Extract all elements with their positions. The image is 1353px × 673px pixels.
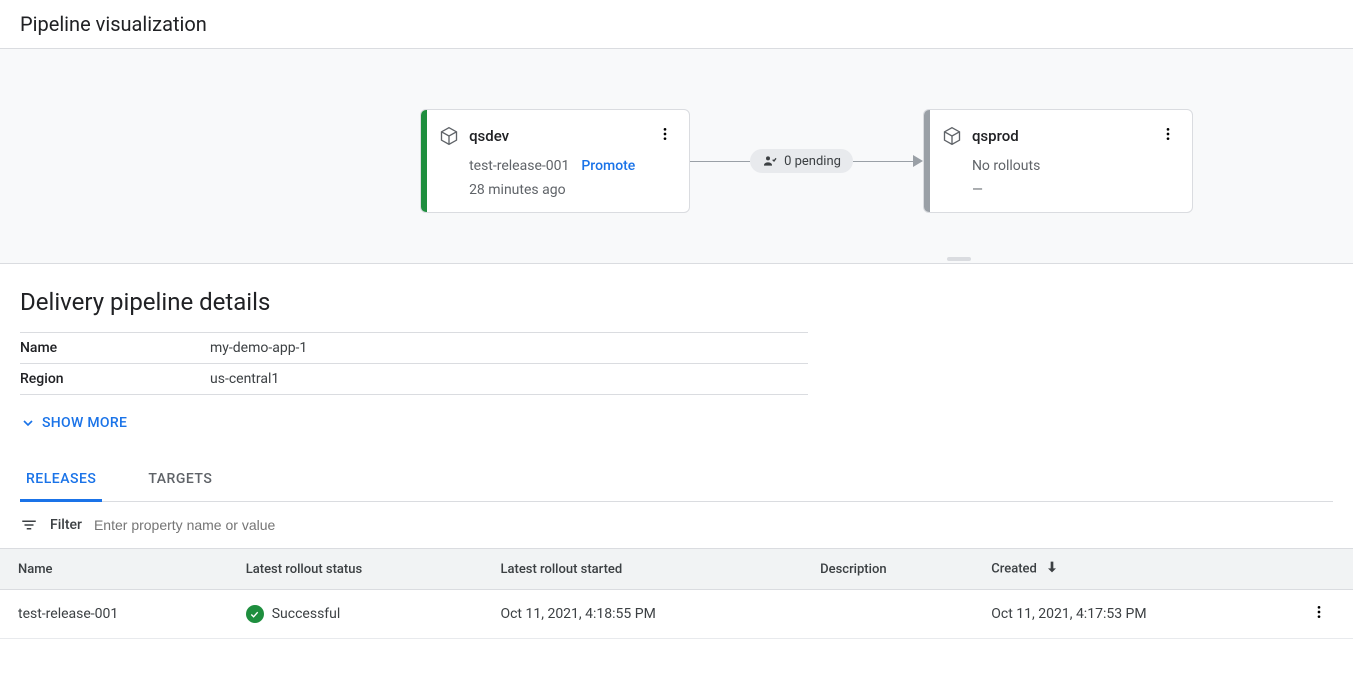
stage-time: 28 minutes ago bbox=[469, 182, 566, 198]
stage-more-button[interactable] bbox=[1158, 124, 1178, 148]
stage-head: qsprod bbox=[942, 124, 1178, 148]
col-started[interactable]: Latest rollout started bbox=[482, 549, 802, 590]
pending-chip[interactable]: 0 pending bbox=[750, 149, 853, 173]
cell-name: test-release-001 bbox=[0, 590, 228, 639]
tabs: RELEASES TARGETS bbox=[20, 459, 1333, 502]
cell-actions bbox=[1293, 590, 1353, 639]
stage-card-qsdev[interactable]: qsdev test-release-001 Promote 28 minute… bbox=[420, 109, 690, 213]
details-key: Name bbox=[20, 333, 210, 364]
arrow-right-icon bbox=[913, 155, 923, 167]
tab-targets[interactable]: TARGETS bbox=[142, 459, 218, 502]
stage-release-name: test-release-001 bbox=[469, 158, 569, 174]
stage-card-qsprod[interactable]: qsprod No rollouts — bbox=[923, 109, 1193, 213]
details-val: my-demo-app-1 bbox=[210, 333, 808, 364]
chevron-down-icon bbox=[20, 415, 36, 431]
col-created[interactable]: Created bbox=[973, 549, 1293, 590]
stage-release-line: test-release-001 Promote bbox=[439, 158, 675, 174]
stage-time-line: 28 minutes ago bbox=[439, 182, 675, 198]
pending-label: 0 pending bbox=[784, 154, 841, 169]
stage-head-left: qsdev bbox=[439, 126, 509, 146]
stage-name: qsdev bbox=[469, 127, 509, 145]
more-vert-icon bbox=[657, 126, 673, 142]
details-table: Name my-demo-app-1 Region us-central1 bbox=[20, 332, 808, 395]
details-title: Delivery pipeline details bbox=[20, 288, 1333, 316]
success-icon bbox=[246, 605, 264, 623]
col-description[interactable]: Description bbox=[802, 549, 973, 590]
stage-sub: — bbox=[972, 182, 983, 198]
stage-body: qsdev test-release-001 Promote 28 minute… bbox=[427, 110, 689, 212]
promote-link[interactable]: Promote bbox=[581, 158, 635, 174]
stage-head-left: qsprod bbox=[942, 126, 1019, 146]
row-more-button[interactable] bbox=[1311, 608, 1327, 624]
col-name[interactable]: Name bbox=[0, 549, 228, 590]
stage-status: No rollouts bbox=[972, 158, 1040, 174]
table-row[interactable]: test-release-001 Successful Oct 11, 2021… bbox=[0, 590, 1353, 639]
col-status[interactable]: Latest rollout status bbox=[228, 549, 483, 590]
sort-desc-icon bbox=[1044, 559, 1060, 579]
cell-status: Successful bbox=[228, 590, 483, 639]
connector-line bbox=[853, 161, 913, 162]
cube-icon bbox=[942, 126, 962, 146]
approval-icon bbox=[762, 153, 778, 169]
stage-status-line: No rollouts bbox=[942, 158, 1178, 174]
filter-input[interactable] bbox=[94, 517, 394, 533]
resize-handle[interactable] bbox=[947, 257, 971, 261]
stage-more-button[interactable] bbox=[655, 124, 675, 148]
stage-name: qsprod bbox=[972, 127, 1019, 145]
details-row: Region us-central1 bbox=[20, 364, 808, 395]
show-more-label: SHOW MORE bbox=[42, 415, 127, 431]
stage-body: qsprod No rollouts — bbox=[930, 110, 1192, 212]
more-vert-icon bbox=[1311, 604, 1327, 620]
releases-table: Name Latest rollout status Latest rollou… bbox=[0, 548, 1353, 639]
viz-title: Pipeline visualization bbox=[0, 0, 1353, 48]
table-header-row: Name Latest rollout status Latest rollou… bbox=[0, 549, 1353, 590]
tab-releases[interactable]: RELEASES bbox=[20, 459, 102, 502]
details-val: us-central1 bbox=[210, 364, 808, 395]
col-created-label: Created bbox=[991, 561, 1037, 576]
cell-created: Oct 11, 2021, 4:17:53 PM bbox=[973, 590, 1293, 639]
viz-inner: qsdev test-release-001 Promote 28 minute… bbox=[420, 109, 1193, 213]
stage-connector: 0 pending bbox=[690, 149, 923, 173]
status-text: Successful bbox=[272, 606, 341, 622]
show-more-button[interactable]: SHOW MORE bbox=[20, 415, 1333, 431]
filter-label: Filter bbox=[50, 517, 82, 533]
details-row: Name my-demo-app-1 bbox=[20, 333, 808, 364]
cell-description bbox=[802, 590, 973, 639]
cell-started: Oct 11, 2021, 4:18:55 PM bbox=[482, 590, 802, 639]
stage-head: qsdev bbox=[439, 124, 675, 148]
details-key: Region bbox=[20, 364, 210, 395]
connector-line bbox=[690, 161, 750, 162]
filter-bar: Filter bbox=[0, 502, 1353, 548]
more-vert-icon bbox=[1160, 126, 1176, 142]
col-actions bbox=[1293, 549, 1353, 590]
viz-area: qsdev test-release-001 Promote 28 minute… bbox=[0, 48, 1353, 264]
filter-icon bbox=[20, 516, 38, 534]
cube-icon bbox=[439, 126, 459, 146]
stage-sub-line: — bbox=[942, 182, 1178, 198]
details-section: Delivery pipeline details Name my-demo-a… bbox=[0, 264, 1353, 502]
